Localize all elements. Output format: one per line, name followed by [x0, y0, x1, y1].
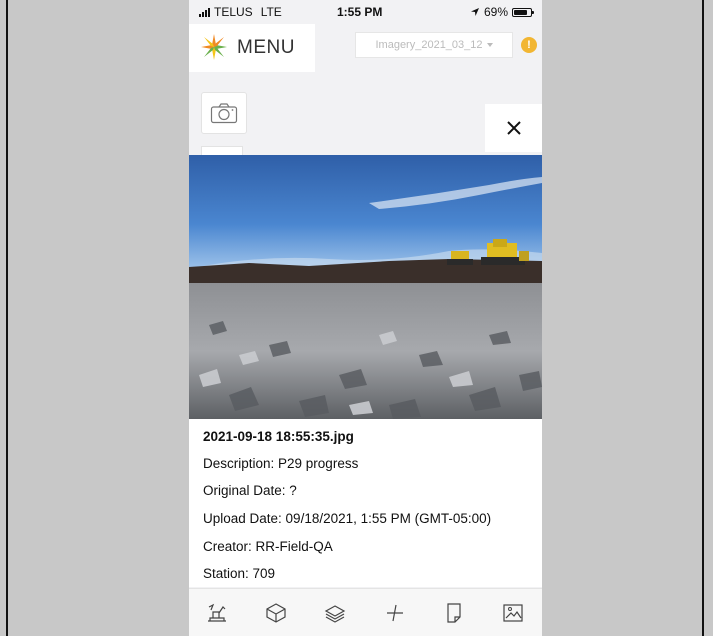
photo-original-date: Original Date: ? [203, 483, 297, 498]
close-icon [506, 121, 521, 135]
status-bar: TELUS LTE 1:55 PM 69% [189, 0, 542, 22]
camera-button[interactable] [201, 92, 247, 134]
excavator-icon [208, 603, 226, 622]
chevron-down-icon [486, 43, 493, 47]
image-icon [503, 604, 523, 622]
layers-icon [324, 605, 346, 623]
site-photo [189, 155, 542, 419]
layers-button[interactable] [323, 601, 347, 625]
camera-icon [210, 103, 238, 124]
photo-creator: Creator: RR-Field-QA [203, 539, 333, 554]
cube-icon [266, 603, 286, 623]
measure-icon [387, 604, 403, 622]
clock: 1:55 PM [337, 5, 383, 19]
photo-description: Description: P29 progress [203, 456, 359, 471]
battery-icon [512, 7, 534, 17]
document-button[interactable] [442, 601, 466, 625]
photo-details-panel: 2021-09-18 18:55:35.jpg Description: P29… [189, 419, 542, 587]
signal-icon [199, 7, 210, 17]
photo-station: Station: 709 [203, 566, 276, 581]
imagery-dropdown-value: Imagery_2021_03_12 [375, 39, 483, 51]
network-type: LTE [260, 5, 282, 19]
carrier-name: TELUS [214, 5, 253, 19]
phone-screen: TELUS LTE 1:55 PM 69% MENU Imagery_2021_… [189, 0, 542, 636]
imagery-dropdown[interactable]: Imagery_2021_03_12 [355, 32, 513, 58]
menu-button[interactable]: MENU [189, 24, 315, 72]
menu-label: MENU [237, 37, 295, 58]
3d-model-button[interactable] [264, 601, 288, 625]
document-icon [447, 603, 461, 623]
app-logo-icon [201, 34, 227, 60]
measure-button[interactable] [383, 601, 407, 625]
excavator-button[interactable] [205, 601, 229, 625]
status-right: 69% [470, 5, 534, 19]
bottom-toolbar [189, 588, 542, 636]
alert-icon[interactable]: ! [521, 37, 537, 53]
imagery-button[interactable] [501, 601, 525, 625]
photo-upload-date: Upload Date: 09/18/2021, 1:55 PM (GMT-05… [203, 511, 492, 526]
close-button[interactable] [485, 104, 542, 152]
location-arrow-icon [470, 8, 479, 16]
carrier-info: TELUS LTE [199, 5, 282, 19]
photo-filename: 2021-09-18 18:55:35.jpg [203, 429, 354, 444]
battery-percent: 69% [483, 5, 508, 19]
